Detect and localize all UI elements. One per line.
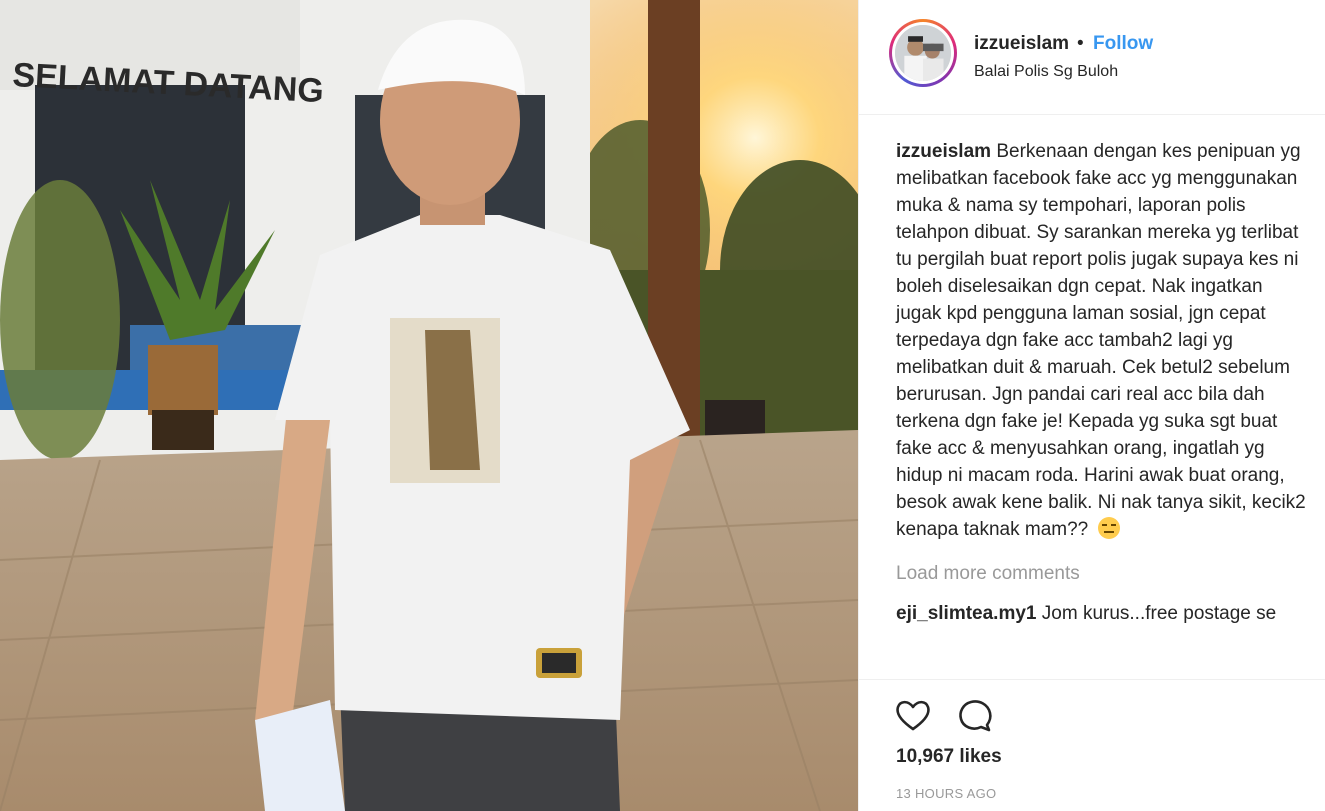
caption: izzueislam Berkenaan dengan kes penipuan… [896,138,1306,543]
comment-text: Jom kurus...free postage se [1041,603,1277,624]
post-header: izzueislam • Follow Balai Polis Sg Buloh [859,0,1325,115]
post-photo[interactable]: SELAMAT DATANG [0,0,858,811]
likes-count[interactable]: 10,967 likes [896,746,1002,768]
caption-username[interactable]: izzueislam [896,141,991,162]
avatar[interactable] [889,19,957,87]
caption-text: Berkenaan dengan kes penipuan yg melibat… [896,141,1306,540]
header-username[interactable]: izzueislam [974,33,1069,55]
header-separator: • [1077,33,1084,54]
follow-button[interactable]: Follow [1093,33,1153,55]
list-item: eji_slimtea.my1 Jom kurus...free postage… [896,603,1302,625]
heart-icon[interactable] [894,696,932,734]
avatar-image [895,25,951,81]
post-timestamp[interactable]: 13 HOURS AGO [896,786,996,801]
comment-icon[interactable] [956,696,994,734]
load-more-comments-button[interactable]: Load more comments [896,563,1302,585]
post-actions: 10,967 likes 13 HOURS AGO [859,679,1325,811]
post-photo-illustration: SELAMAT DATANG [0,0,858,811]
comments-list[interactable]: izzueislam Berkenaan dengan kes penipuan… [859,116,1325,679]
location-link[interactable]: Balai Polis Sg Buloh [974,63,1118,81]
comment-username[interactable]: eji_slimtea.my1 [896,603,1036,624]
post-side-panel: izzueislam • Follow Balai Polis Sg Buloh… [858,0,1325,811]
expressionless-face-emoji-icon [1097,517,1120,539]
